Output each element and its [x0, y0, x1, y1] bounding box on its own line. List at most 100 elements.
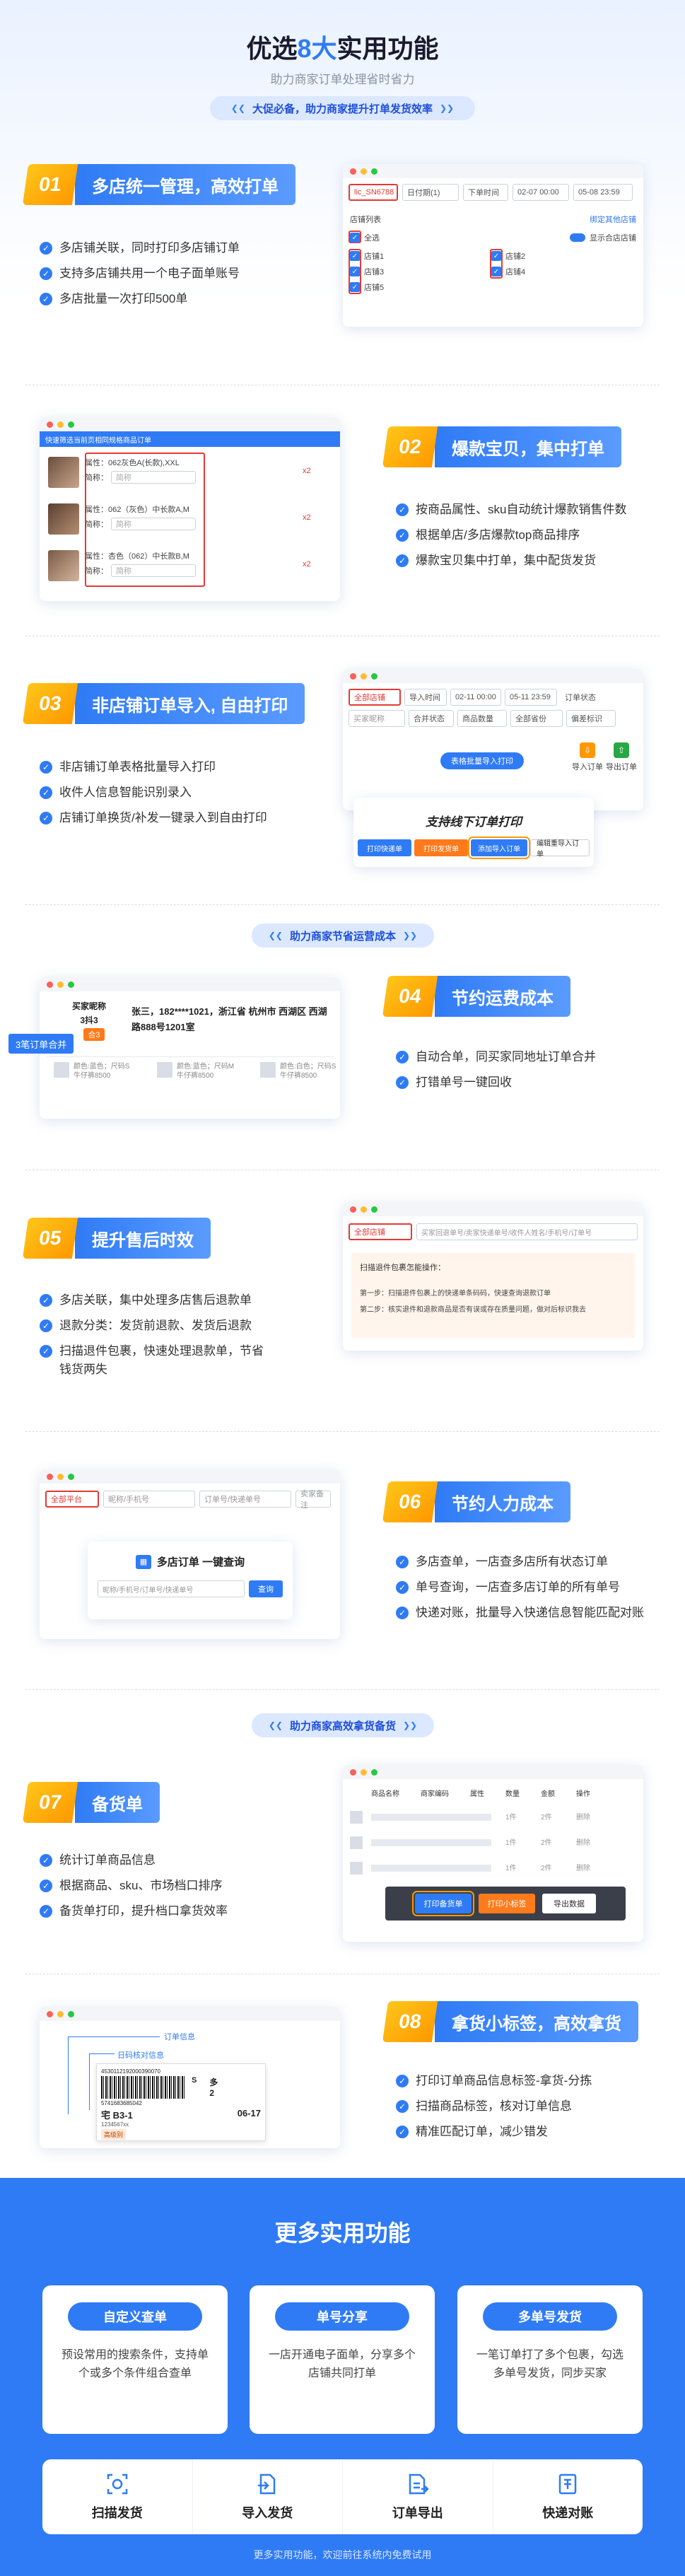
- product-thumbnail: [48, 457, 79, 488]
- import-icon: [258, 2473, 276, 2495]
- feature-badge-05: 05 提升售后时效: [22, 1218, 211, 1259]
- toggle-switch[interactable]: [570, 233, 585, 242]
- section-pill: ❮❮ 助力商家节省运营成本 ❯❯: [252, 923, 434, 948]
- quick-features: 扫描发货 导入发货 订单导出 快递对账: [42, 2459, 643, 2534]
- export-icon[interactable]: ⇧: [614, 742, 629, 758]
- chevron-icon: ❮❮: [230, 103, 245, 113]
- checkbox-shop[interactable]: ✓: [491, 267, 501, 276]
- end-date-input[interactable]: 05-11 23:59: [505, 689, 557, 706]
- merge-tag: 3笔订单合并: [8, 1034, 74, 1054]
- more-features-title: 更多实用功能: [274, 2220, 411, 2246]
- reconcile-icon: [559, 2473, 577, 2495]
- product-thumbnail: [48, 550, 79, 581]
- end-date-input[interactable]: 05-08 23:59: [573, 184, 633, 201]
- check-icon: ✓: [40, 812, 52, 824]
- feature-scan[interactable]: 扫描发货: [42, 2459, 193, 2534]
- check-icon: ✓: [396, 1556, 409, 1568]
- buyer-nickname-input[interactable]: 买家昵称: [349, 710, 405, 727]
- date-type-select[interactable]: 日付期(1): [402, 184, 459, 201]
- check-icon: ✓: [396, 554, 409, 567]
- province-select[interactable]: 全部省份: [510, 710, 563, 727]
- feature-badge-06: 06 节约人力成本: [382, 1481, 570, 1522]
- feature-list-06: ✓ 多店查单，一店查多店所有状态订单 ✓ 单号查询，一店查多店订单的所有单号 ✓ 快递…: [396, 1553, 672, 1622]
- feature-import[interactable]: 导入发货: [193, 2459, 343, 2534]
- flag-select[interactable]: 偏差标识: [566, 710, 616, 727]
- feature-list-01: ✓ 多店铺关联，同时打印多店铺订单 ✓ 支持多店铺共用一个电子面单账号 ✓ 多店批量一…: [40, 239, 322, 308]
- offline-print-title: 支持线下订单打印: [426, 815, 522, 829]
- feature-list-02: ✓ 按商品属性、sku自动统计爆款销售件数 ✓ 根据单店/多店爆款top商品排序 ✓…: [396, 501, 672, 570]
- seller-note-input[interactable]: 卖家备注: [295, 1490, 331, 1510]
- feature-list-07: ✓ 统计订单商品信息 ✓ 根据商品、sku、市场档口排序 ✓ 备货单打印，提升档口拿货…: [40, 1851, 322, 1921]
- start-date-input[interactable]: 02-11 00:00: [450, 689, 501, 706]
- print-stock-list-button[interactable]: 打印备货单: [412, 1891, 474, 1916]
- shop-manage-window: lic_SN6788 日付期(1) 下单时间 02-07 00:00 05-08…: [343, 164, 643, 327]
- section-pill: ❮❮ 大促必备，助力商家提升打单发货效率 ❯❯: [210, 96, 475, 120]
- feature-badge-04: 04 节约运费成本: [382, 976, 570, 1017]
- feature-list-05: ✓ 多店关联，集中处理多店售后退款单 ✓ 退款分类：发货前退款、发货后退款 ✓ 扫描退…: [40, 1291, 273, 1379]
- pick-label: 4530112192000390070 S 多2 5741683685042 宅…: [96, 2063, 266, 2141]
- check-icon: ✓: [40, 1345, 52, 1358]
- merge-status-select[interactable]: 合并状态: [409, 710, 454, 727]
- refund-search-input[interactable]: 买家回退单号/卖家快递单号/收件人姓名/手机号/订单号: [416, 1223, 638, 1240]
- order-time-select[interactable]: 下单时间: [463, 184, 508, 201]
- shop-list-title: 店铺列表: [350, 216, 381, 224]
- feature-list-03: ✓ 非店铺订单表格批量导入打印 ✓ 收件人信息智能识别录入 ✓ 店铺订单换货/补发一键…: [40, 758, 336, 827]
- bind-shop-link[interactable]: 绑定其他店铺: [590, 214, 636, 225]
- platform-select[interactable]: 全部平台: [45, 1491, 99, 1508]
- shop-id-select[interactable]: lic_SN6788: [349, 184, 398, 201]
- order-number-input[interactable]: 订单号/快递单号: [199, 1491, 291, 1508]
- batch-import-button[interactable]: 表格批量导入打印: [440, 752, 524, 769]
- checkbox-shop[interactable]: ✓: [491, 251, 501, 261]
- checkbox-shop[interactable]: ✓: [350, 251, 360, 261]
- nickname-input[interactable]: 昵称/手机号: [103, 1491, 195, 1508]
- import-icon[interactable]: ⇩: [580, 742, 595, 758]
- shop-select[interactable]: 全部店铺: [349, 689, 401, 706]
- page-title: 优选8大实用功能: [246, 34, 439, 63]
- product-count-select[interactable]: 商品数量: [457, 710, 507, 727]
- check-icon: ✓: [396, 2075, 409, 2087]
- one-click-query-panel: ▦ 多店订单 一键查询 昵称/手机号/订单号/快递单号 查询: [88, 1541, 293, 1619]
- checkbox-shop[interactable]: ✓: [350, 282, 360, 292]
- query-button[interactable]: 查询: [249, 1580, 283, 1597]
- scan-tip-panel: 扫描退件包裹怎能操作： 第一步：扫描退件包裹上的快递单条码码，快速查询退款订单 …: [351, 1253, 635, 1338]
- section-pill: ❮❮ 助力商家高效拿货备货 ❯❯: [252, 1713, 434, 1737]
- print-small-label-button[interactable]: 打印小标签: [479, 1894, 535, 1913]
- check-icon: ✓: [396, 529, 409, 542]
- shop-select[interactable]: 全部店铺: [349, 1223, 412, 1240]
- export-data-button[interactable]: 导出数据: [542, 1894, 596, 1913]
- import-order-window: 全部店铺 导入时间 02-11 00:00 05-11 23:59 订单状态 买…: [343, 669, 643, 810]
- checkbox-all[interactable]: ✓: [350, 233, 360, 243]
- print-express-button[interactable]: 打印快递单: [358, 839, 411, 856]
- card-number-share: 单号分享 一店开通电子面单，分享多个店铺共同打单: [250, 2285, 435, 2434]
- print-invoice-button[interactable]: 打印发货单: [414, 839, 468, 856]
- stock-table: 商品名称 商家编码 属性 数量 金额 操作 1件 2件 删除 1件 2件 删除 1件 2件 删除: [343, 1779, 643, 1875]
- alias-input[interactable]: 简称: [111, 518, 196, 530]
- feature-list-04: ✓ 自动合单，同买家同地址订单合并 ✓ 打错单号一键回收: [396, 1048, 672, 1092]
- start-date-input[interactable]: 02-07 00:00: [513, 184, 569, 201]
- check-icon: ✓: [396, 503, 409, 516]
- import-time-select[interactable]: 导入时间: [404, 689, 447, 706]
- check-icon: ✓: [396, 1051, 409, 1063]
- check-icon: ✓: [40, 1905, 52, 1918]
- alias-input[interactable]: 简称: [111, 471, 196, 484]
- barcode: [101, 2076, 186, 2099]
- check-icon: ✓: [396, 1076, 409, 1089]
- alias-input[interactable]: 简称: [111, 564, 196, 577]
- check-icon: ✓: [40, 293, 52, 305]
- receiver-address: 张三，182****1021，浙江省 杭州市 西湖区 西湖路888号1201室: [131, 1006, 327, 1032]
- checkbox-shop[interactable]: ✓: [350, 267, 360, 276]
- shop-icon: ▦: [135, 1554, 151, 1569]
- query-input[interactable]: 昵称/手机号/订单号/快递单号: [98, 1580, 245, 1597]
- scan-icon: [107, 2473, 127, 2495]
- feature-reconcile[interactable]: 快递对账: [493, 2459, 643, 2534]
- chevron-icon: ❮❮: [268, 1720, 283, 1730]
- feature-export[interactable]: 订单导出: [343, 2459, 493, 2534]
- day-info-label: 日码核对信息: [117, 2051, 164, 2060]
- check-icon: ✓: [396, 2100, 409, 2113]
- chevron-icon: ❮❮: [268, 931, 283, 940]
- edit-reimport-button[interactable]: 编辑重导入订单: [530, 839, 590, 858]
- card-custom-query: 自定义查单 预设常用的搜索条件，支持单个或多个条件组合查单: [42, 2285, 228, 2434]
- check-icon: ✓: [396, 2126, 409, 2138]
- add-import-order-button[interactable]: 添加导入订单: [468, 837, 530, 859]
- offline-print-panel: 支持线下订单打印 打印快递单 打印发货单 添加导入订单 编辑重导入订单: [353, 798, 594, 867]
